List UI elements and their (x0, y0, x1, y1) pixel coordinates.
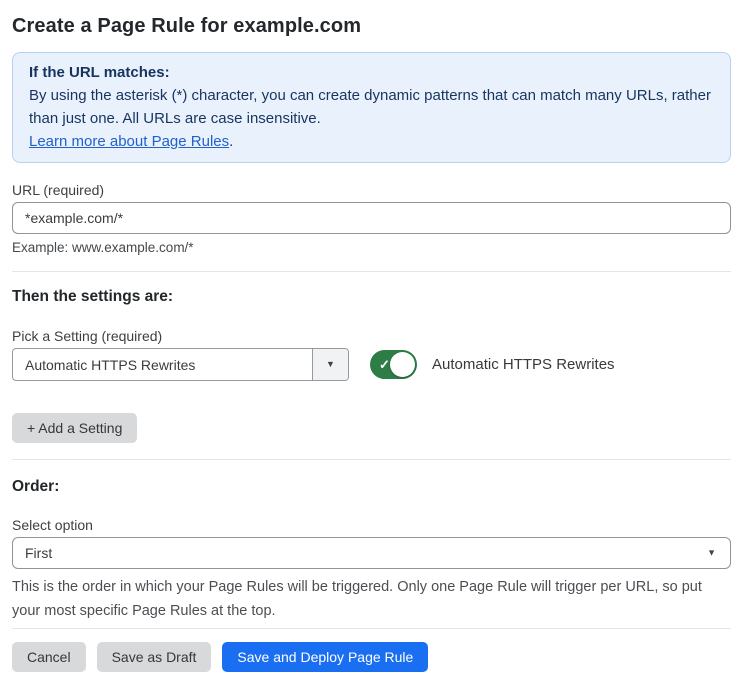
settings-heading: Then the settings are: (12, 288, 174, 305)
footer-actions: Cancel Save as Draft Save and Deploy Pag… (12, 642, 731, 672)
setting-select-button[interactable]: ▼ (312, 349, 348, 380)
learn-more-link[interactable]: Learn more about Page Rules (29, 133, 229, 150)
order-select-label: Select option (12, 517, 93, 533)
callout-link-line: Learn more about Page Rules. (29, 130, 714, 153)
callout-body: By using the asterisk (*) character, you… (29, 87, 711, 127)
url-example-hint: Example: www.example.com/* (12, 240, 194, 255)
url-input[interactable] (12, 202, 731, 234)
setting-select-value[interactable]: Automatic HTTPS Rewrites (13, 349, 312, 380)
url-matches-callout: If the URL matches: By using the asteris… (12, 52, 731, 163)
setting-select[interactable]: Automatic HTTPS Rewrites ▼ (12, 348, 349, 381)
setting-toggle-label: Automatic HTTPS Rewrites (432, 356, 615, 373)
page-title: Create a Page Rule for example.com (12, 15, 362, 37)
callout-link-period: . (229, 133, 234, 150)
divider (12, 271, 731, 272)
divider (12, 459, 731, 460)
check-icon: ✓ (379, 356, 390, 372)
chevron-down-icon: ▼ (326, 359, 335, 369)
cancel-button[interactable]: Cancel (12, 642, 86, 672)
order-select-value: First (25, 545, 53, 561)
save-draft-button[interactable]: Save as Draft (96, 642, 212, 672)
url-field-label: URL (required) (12, 182, 105, 198)
chevron-down-icon: ▼ (707, 547, 716, 558)
setting-toggle[interactable]: ✓ (370, 350, 417, 379)
create-page-rule-form: Create a Page Rule for example.com If th… (0, 14, 743, 672)
order-select[interactable]: First ▼ (12, 537, 731, 569)
callout-title: If the URL matches: (29, 64, 170, 81)
toggle-knob (390, 352, 415, 377)
add-setting-button[interactable]: + Add a Setting (12, 413, 138, 443)
pick-setting-label: Pick a Setting (required) (12, 328, 163, 344)
order-hint: This is the order in which your Page Rul… (12, 579, 702, 619)
setting-row: Automatic HTTPS Rewrites ▼ ✓ Automatic H… (12, 348, 731, 381)
divider (12, 628, 731, 629)
save-deploy-button[interactable]: Save and Deploy Page Rule (222, 642, 429, 672)
order-heading: Order: (12, 478, 60, 495)
